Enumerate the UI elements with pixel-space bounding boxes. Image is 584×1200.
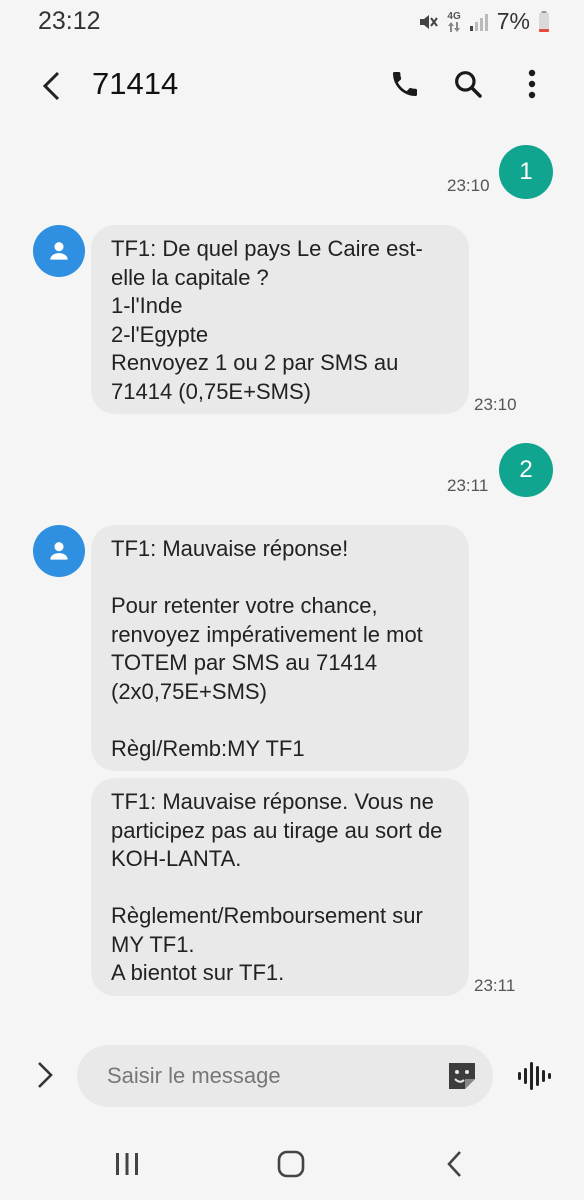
message-time: 23:10 <box>474 395 517 414</box>
back-arrow-icon <box>42 71 60 101</box>
voice-input-button[interactable] <box>514 1058 554 1094</box>
message-time: 23:11 <box>474 976 516 995</box>
system-nav-bar <box>0 1130 584 1200</box>
message-text: 2 <box>519 456 533 483</box>
back-button[interactable] <box>30 66 74 106</box>
sent-message-bubble[interactable]: 2 <box>499 443 553 497</box>
more-vert-icon <box>528 69 536 99</box>
avatar[interactable] <box>33 525 85 577</box>
person-icon <box>50 242 68 260</box>
search-icon <box>455 71 482 98</box>
recent-apps-icon <box>116 1153 138 1175</box>
app-bar: 71414 <box>0 52 584 116</box>
search-button[interactable] <box>448 64 488 104</box>
received-message-bubble[interactable]: TF1: De quel pays Le Caire est-elle la c… <box>91 225 469 414</box>
avatar[interactable] <box>33 225 85 277</box>
nav-back-button[interactable] <box>425 1144 485 1184</box>
sticker-button[interactable] <box>445 1059 479 1093</box>
status-icons: 4G 7% <box>417 8 550 35</box>
nav-back-icon <box>447 1151 461 1177</box>
message-text: 1 <box>519 158 533 185</box>
received-message-bubble[interactable]: TF1: Mauvaise réponse! Pour retenter vot… <box>91 525 469 771</box>
signal-icon <box>469 13 488 31</box>
message-time: 23:10 <box>447 176 490 195</box>
call-button[interactable] <box>385 64 425 104</box>
network-type: 4G <box>447 10 461 22</box>
home-icon <box>277 1150 305 1178</box>
status-bar: 23:12 4G 7% <box>0 0 584 44</box>
expand-attachments-button[interactable] <box>28 1055 62 1095</box>
received-message-bubble[interactable]: TF1: Mauvaise réponse. Vous ne participe… <box>91 778 469 996</box>
message-compose-field[interactable] <box>77 1045 493 1107</box>
phone-icon <box>393 72 417 96</box>
conversation-title: 71414 <box>92 66 179 101</box>
network-indicator: 4G <box>447 10 461 32</box>
person-icon <box>50 542 68 560</box>
battery-icon <box>539 10 549 32</box>
recent-apps-button[interactable] <box>97 1144 157 1184</box>
mute-icon <box>420 14 439 29</box>
data-arrows-icon <box>448 21 461 32</box>
sticker-icon <box>449 1063 475 1089</box>
voice-wave-icon <box>518 1062 551 1090</box>
battery-percent: 7% <box>496 8 530 34</box>
status-time: 23:12 <box>38 7 101 35</box>
chevron-right-icon <box>38 1062 53 1088</box>
more-options-button[interactable] <box>512 64 552 104</box>
message-time: 23:11 <box>447 476 489 495</box>
home-button[interactable] <box>261 1144 321 1184</box>
message-input[interactable] <box>107 1045 427 1107</box>
sent-message-bubble[interactable]: 1 <box>499 145 553 199</box>
